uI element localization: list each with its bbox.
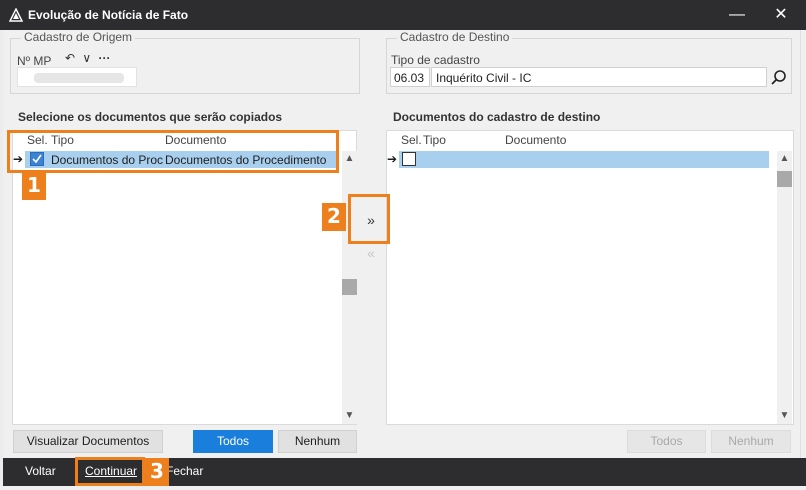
- vertical-scrollbar[interactable]: ▲ ▼: [342, 151, 357, 424]
- voltar-button[interactable]: Voltar: [25, 464, 56, 478]
- window-title: Evolução de Notícia de Fato: [28, 8, 189, 22]
- mp-actions: ↶ ∨ ···: [65, 51, 111, 65]
- tipo-code-field[interactable]: 06.03: [390, 67, 430, 87]
- scroll-up-icon[interactable]: ▲: [777, 151, 792, 166]
- more-icon[interactable]: ···: [99, 51, 111, 65]
- minimize-button[interactable]: —: [714, 0, 760, 30]
- cadastro-origem-group: Cadastro de Origem Nº MP ↶ ∨ ···: [10, 30, 360, 94]
- title-bar: Evolução de Notícia de Fato — ✕: [0, 0, 806, 30]
- source-documents-grid: Sel. Tipo Documento ➔ Documentos do Proc…: [12, 130, 357, 425]
- callout-box-1: [7, 130, 339, 173]
- window-edge-right: [800, 30, 806, 458]
- todos-button[interactable]: Todos: [193, 430, 273, 453]
- scroll-up-icon[interactable]: ▲: [342, 151, 357, 166]
- scroll-down-icon[interactable]: ▼: [342, 408, 357, 423]
- callout-number-2: 2: [322, 203, 346, 231]
- cadastro-origem-title: Cadastro de Origem: [21, 30, 136, 44]
- callout-number-3: 3: [145, 458, 169, 486]
- chevron-down-icon[interactable]: ∨: [82, 51, 91, 65]
- cadastro-destino-group: Cadastro de Destino Tipo de cadastro 06.…: [386, 30, 792, 94]
- callout-number-1: 1: [22, 172, 46, 200]
- undo-icon[interactable]: ↶: [65, 51, 75, 65]
- scroll-thumb[interactable]: [342, 279, 357, 295]
- search-icon[interactable]: [769, 68, 789, 88]
- mp-input[interactable]: [17, 67, 137, 87]
- tipo-description-field[interactable]: Inquérito Civil - IC: [431, 67, 767, 87]
- app-logo-icon: [9, 8, 23, 22]
- mp-label: Nº MP: [17, 54, 52, 68]
- scroll-thumb[interactable]: [777, 171, 792, 187]
- tipo-cadastro-label: Tipo de cadastro: [391, 53, 480, 67]
- destination-documents-grid: Sel. Tipo Documento ➔ ▲ ▼: [386, 130, 794, 425]
- vertical-scrollbar[interactable]: ▲ ▼: [777, 151, 792, 424]
- redacted-value: [34, 73, 124, 83]
- fechar-button[interactable]: Fechar: [166, 464, 203, 478]
- window-bottom-edge: [0, 486, 806, 490]
- row-selection: [399, 151, 769, 168]
- nenhum-button[interactable]: Nenhum: [278, 430, 357, 453]
- column-sel[interactable]: Sel.: [401, 133, 422, 147]
- table-row[interactable]: ➔: [387, 151, 772, 168]
- current-row-arrow-icon: ➔: [387, 152, 398, 166]
- left-panel-title: Selecione os documentos que serão copiad…: [18, 110, 283, 124]
- row-checkbox[interactable]: [402, 152, 416, 166]
- nenhum-destino-button[interactable]: Nenhum: [711, 430, 791, 453]
- callout-box-3: [75, 457, 145, 486]
- visualizar-documentos-button[interactable]: Visualizar Documentos: [13, 430, 163, 453]
- scroll-down-icon[interactable]: ▼: [777, 408, 792, 423]
- todos-destino-button[interactable]: Todos: [627, 430, 706, 453]
- close-button[interactable]: ✕: [758, 0, 804, 30]
- right-panel-title: Documentos do cadastro de destino: [393, 110, 601, 124]
- cadastro-destino-title: Cadastro de Destino: [397, 30, 513, 44]
- grid-header: Sel. Tipo Documento: [387, 131, 777, 149]
- column-documento[interactable]: Documento: [505, 133, 566, 147]
- column-tipo[interactable]: Tipo: [423, 133, 446, 147]
- callout-box-2: [348, 194, 390, 244]
